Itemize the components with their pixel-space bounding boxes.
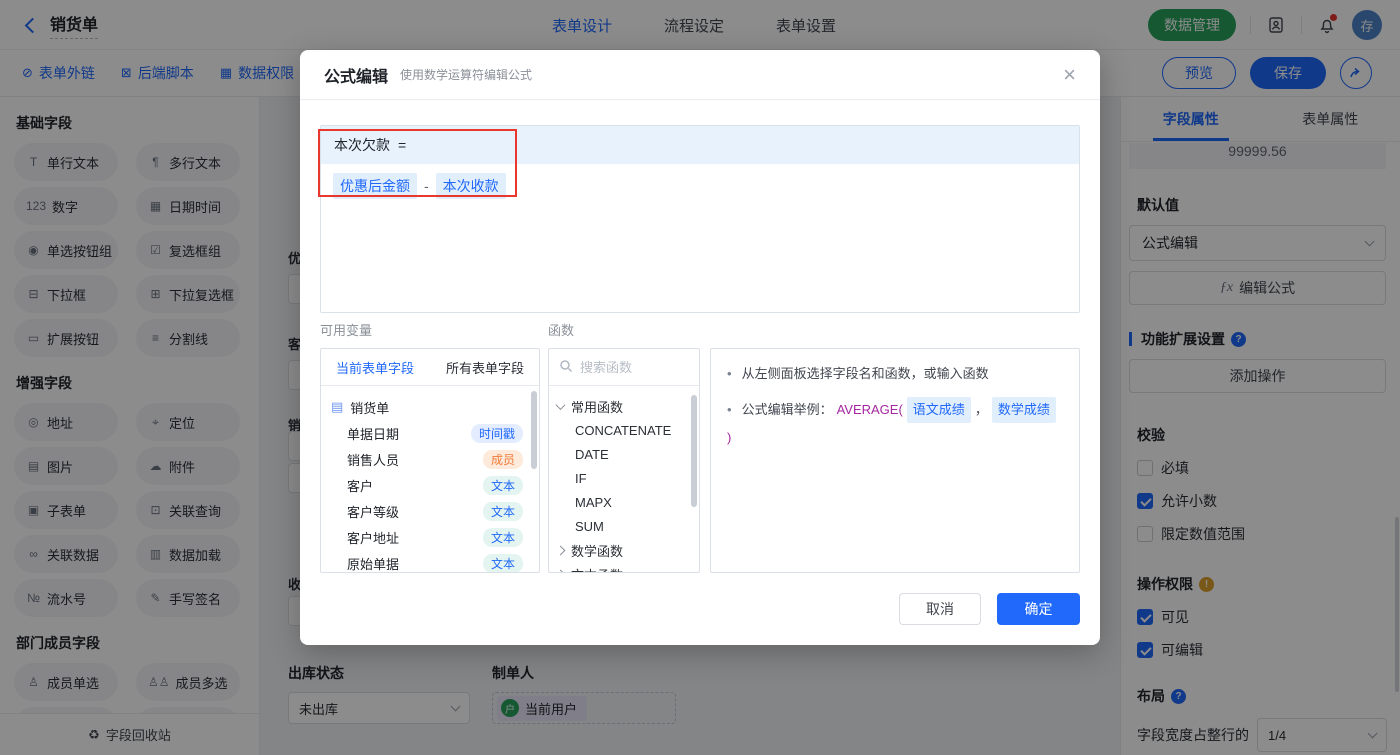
minus-operator: - [424, 178, 429, 194]
scrollbar-thumb[interactable] [531, 391, 537, 469]
variable-name: 单据日期 [347, 426, 400, 442]
example-field-token: 数学成绩 [991, 397, 1056, 424]
function-item[interactable]: MAPX [549, 490, 699, 514]
formula-edit-modal: 公式编辑 使用数学运算符编辑公式 × 本次欠款 = 优惠后金额 - 本次收款 可… [300, 50, 1100, 645]
formula-target-bar: 本次欠款 = [321, 126, 1079, 164]
type-badge: 文本 [482, 553, 523, 572]
variable-item[interactable]: 客户等级 文本 [321, 498, 539, 524]
tree-root-label: 销货单 [350, 400, 390, 416]
example-close-paren: ) [727, 430, 732, 446]
variables-tab[interactable]: 所有表单字段 [446, 358, 524, 377]
tips-panel: • 从左侧面板选择字段名和函数，或输入函数 • 公式编辑举例： AVERAGE(… [710, 348, 1080, 573]
modal-header: 公式编辑 使用数学运算符编辑公式 × [300, 50, 1100, 100]
formula-field-token[interactable]: 优惠后金额 [333, 173, 417, 199]
equals-sign: = [398, 137, 407, 153]
variables-tree: ▤ 销货单 单据日期 时间戳 销售人员 成员 客户 文本 客户等级 文本 客户地… [321, 386, 539, 572]
type-badge: 成员 [482, 449, 523, 469]
scrollbar-thumb[interactable] [691, 395, 697, 507]
tree-root-item[interactable]: ▤ 销货单 [321, 394, 539, 420]
function-item[interactable]: DATE [549, 442, 699, 466]
function-item[interactable]: SUM [549, 514, 699, 538]
close-icon[interactable]: × [1063, 63, 1076, 86]
variables-tabs: 当前表单字段 所有表单字段 [321, 349, 539, 386]
bullet-icon: • [727, 402, 732, 418]
example-function-name: AVERAGE( [836, 402, 903, 418]
example-field-token: 语文成绩 [906, 397, 971, 424]
function-item[interactable]: 数学函数 [549, 538, 699, 562]
variable-name: 客户 [347, 478, 374, 494]
type-badge: 时间戳 [470, 423, 523, 443]
type-badge: 文本 [482, 501, 523, 521]
tip-text: 公式编辑举例： [741, 402, 833, 418]
function-list: 常用函数CONCATENATEDATEIFMAPXSUM数学函数文本函数 [549, 386, 699, 573]
function-item[interactable]: CONCATENATE [549, 418, 699, 442]
variables-tab[interactable]: 当前表单字段 [336, 358, 414, 377]
function-search [549, 349, 699, 386]
tip-line: • 公式编辑举例： AVERAGE( 语文成绩 ， 数学成绩 ) [727, 397, 1063, 449]
variable-name: 客户等级 [347, 504, 400, 520]
comma: ， [974, 402, 988, 418]
variable-item[interactable]: 客户地址 文本 [321, 524, 539, 550]
cancel-button[interactable]: 取消 [899, 593, 981, 625]
tip-line: • 从左侧面板选择字段名和函数，或输入函数 [727, 363, 1063, 385]
formula-editor[interactable]: 本次欠款 = 优惠后金额 - 本次收款 [320, 125, 1080, 313]
formula-field-token[interactable]: 本次收款 [435, 173, 506, 199]
function-item[interactable]: 文本函数 [549, 562, 699, 573]
variables-label: 可用变量 [320, 323, 373, 338]
bullet-icon: • [727, 366, 732, 381]
functions-panel: 常用函数CONCATENATEDATEIFMAPXSUM数学函数文本函数 [548, 348, 700, 573]
functions-label: 函数 [548, 323, 575, 338]
search-icon [559, 359, 573, 376]
type-badge: 文本 [482, 475, 523, 495]
confirm-button[interactable]: 确定 [997, 593, 1080, 625]
tip-text: 从左侧面板选择字段名和函数，或输入函数 [741, 366, 989, 381]
formula-expression: 优惠后金额 - 本次收款 [321, 164, 1079, 208]
variable-name: 原始单据 [347, 556, 400, 572]
variable-name: 客户地址 [347, 530, 400, 546]
function-item[interactable]: IF [549, 466, 699, 490]
variable-item[interactable]: 原始单据 文本 [321, 550, 539, 572]
variable-rows: 单据日期 时间戳 销售人员 成员 客户 文本 客户等级 文本 客户地址 文本 原… [321, 420, 539, 572]
app-screen: 销货单 表单设计 流程设定 表单设置 数据管理 存 ⊘ 表单外链 ⊠ 后端脚本 … [0, 0, 1400, 755]
function-search-input[interactable] [580, 359, 680, 375]
variable-item[interactable]: 销售人员 成员 [321, 446, 539, 472]
modal-footer: 取消 确定 [899, 593, 1080, 625]
variable-name: 销售人员 [347, 452, 400, 468]
modal-subtitle: 使用数学运算符编辑公式 [400, 68, 533, 82]
variable-item[interactable]: 客户 文本 [321, 472, 539, 498]
modal-title: 公式编辑 [324, 68, 389, 86]
formula-target: 本次欠款 [334, 137, 390, 153]
form-doc-icon: ▤ [331, 399, 344, 414]
variable-item[interactable]: 单据日期 时间戳 [321, 420, 539, 446]
variables-panel: 当前表单字段 所有表单字段 ▤ 销货单 单据日期 时间戳 销售人员 成员 客户 … [320, 348, 540, 573]
function-item[interactable]: 常用函数 [549, 394, 699, 418]
type-badge: 文本 [482, 527, 523, 547]
